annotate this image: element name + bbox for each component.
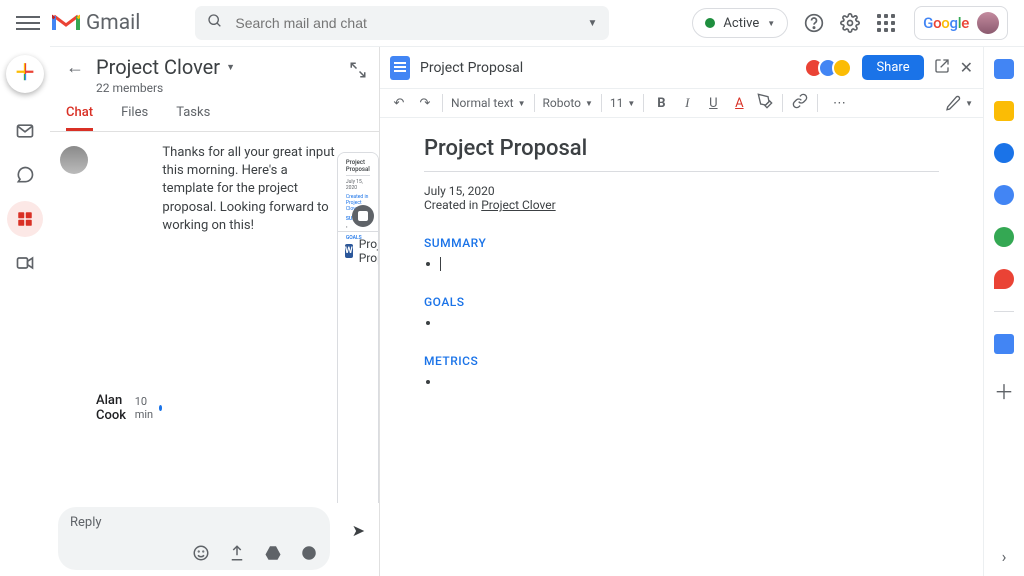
- search-input[interactable]: [235, 15, 575, 31]
- doc-date: July 15, 2020: [424, 184, 939, 198]
- meet-nav-icon[interactable]: [7, 245, 43, 281]
- avatar: [60, 146, 88, 174]
- message: Alan Cook 10 min Thanks for all your gre…: [60, 144, 369, 503]
- upload-icon[interactable]: [228, 544, 246, 566]
- google-logo: Google: [923, 14, 969, 32]
- attachment-card[interactable]: Project Proposal July 15, 2020 Created i…: [337, 152, 379, 503]
- tab-chat[interactable]: Chat: [66, 105, 93, 131]
- mail-nav-icon[interactable]: [7, 113, 43, 149]
- paragraph-style-select[interactable]: Normal text▼: [451, 96, 526, 110]
- search-options-icon[interactable]: ▼: [587, 18, 597, 29]
- account-chip[interactable]: Google: [914, 6, 1008, 40]
- message-author: Alan Cook: [96, 393, 129, 423]
- contacts-addon-icon[interactable]: [994, 185, 1014, 205]
- settings-icon[interactable]: [838, 11, 862, 35]
- room-title[interactable]: Project Clover ▼: [96, 55, 235, 79]
- members-count: 22 members: [50, 81, 379, 95]
- highlight-icon[interactable]: [756, 93, 774, 113]
- search-box[interactable]: ▼: [195, 6, 609, 40]
- apps-icon[interactable]: [874, 11, 898, 35]
- avatar: [977, 12, 999, 34]
- redo-icon[interactable]: ↷: [416, 96, 434, 111]
- chevron-down-icon: ▼: [226, 62, 235, 73]
- calendar-addon-icon[interactable]: [994, 59, 1014, 79]
- bold-icon[interactable]: B: [652, 96, 670, 111]
- search-icon: [207, 13, 223, 33]
- font-select[interactable]: Roboto▼: [543, 96, 593, 110]
- font-size-select[interactable]: 11▼: [610, 96, 635, 110]
- main-menu-button[interactable]: [16, 11, 40, 35]
- presence-status[interactable]: Active ▼: [692, 8, 788, 38]
- collaborators[interactable]: [810, 58, 852, 78]
- compose-button[interactable]: ＋: [6, 55, 44, 93]
- gmail-logo[interactable]: Gmail: [52, 11, 140, 35]
- text-color-icon[interactable]: A: [730, 96, 748, 111]
- list-item: [440, 374, 939, 389]
- drive-icon[interactable]: [264, 544, 282, 566]
- status-label: Active: [723, 16, 759, 31]
- reply-placeholder: Reply: [70, 515, 318, 530]
- maps-addon-icon[interactable]: [994, 269, 1014, 289]
- doc-heading: Project Proposal: [424, 136, 939, 161]
- collapse-icon[interactable]: [349, 61, 367, 84]
- document-body[interactable]: Project Proposal July 15, 2020 Created i…: [380, 118, 983, 576]
- back-button[interactable]: ←: [66, 57, 84, 78]
- divider: [994, 311, 1014, 312]
- chat-nav-icon[interactable]: [7, 157, 43, 193]
- reply-box[interactable]: Reply: [58, 507, 330, 570]
- section-heading: GOALS: [424, 295, 939, 309]
- room-link[interactable]: Project Clover: [481, 198, 555, 212]
- message-text: Thanks for all your great input this mor…: [162, 144, 336, 503]
- section-heading: METRICS: [424, 354, 939, 368]
- doc-created-in: Created in Project Clover: [424, 198, 939, 212]
- keep-addon-icon[interactable]: [994, 101, 1014, 121]
- share-button[interactable]: Share: [862, 55, 923, 80]
- reaction[interactable]: 👍6: [379, 150, 380, 503]
- attachment-filename: Project Proposal.docx: [359, 237, 379, 265]
- plus-icon: ＋: [14, 63, 36, 85]
- chevron-down-icon: ▼: [767, 19, 775, 28]
- divider: [424, 171, 939, 172]
- undo-icon[interactable]: ↶: [390, 96, 408, 111]
- list-item: [440, 256, 939, 271]
- get-addons-icon[interactable]: ＋: [994, 376, 1014, 405]
- addon-icon[interactable]: [994, 334, 1014, 354]
- underline-icon[interactable]: U: [704, 96, 722, 111]
- tab-files[interactable]: Files: [121, 105, 148, 131]
- document-title[interactable]: Project Proposal: [420, 60, 800, 76]
- link-icon[interactable]: [791, 93, 809, 113]
- gmail-icon: [52, 12, 80, 34]
- italic-icon[interactable]: I: [678, 95, 696, 111]
- voice-addon-icon[interactable]: [994, 227, 1014, 247]
- section-heading: SUMMARY: [424, 236, 939, 250]
- help-icon[interactable]: [802, 11, 826, 35]
- send-button[interactable]: ➤: [346, 507, 371, 540]
- attachment-preview: Project Proposal July 15, 2020 Created i…: [338, 153, 378, 231]
- rooms-nav-icon[interactable]: [7, 201, 43, 237]
- open-new-icon[interactable]: [934, 58, 950, 78]
- collapse-sidepanel-icon[interactable]: ›: [1002, 547, 1007, 566]
- status-dot-icon: [705, 18, 715, 28]
- gmail-wordmark: Gmail: [86, 11, 140, 35]
- tab-tasks[interactable]: Tasks: [176, 105, 210, 131]
- editing-mode-select[interactable]: ▼: [945, 95, 973, 111]
- side-by-side-icon[interactable]: [352, 205, 374, 227]
- list-item: [440, 315, 939, 330]
- tasks-addon-icon[interactable]: [994, 143, 1014, 163]
- more-icon[interactable]: ⋯: [830, 96, 848, 111]
- emoji-icon[interactable]: [192, 544, 210, 566]
- close-icon[interactable]: ✕: [960, 58, 973, 77]
- docs-icon: [390, 56, 410, 80]
- message-time: 10 min: [135, 395, 153, 421]
- gif-icon[interactable]: [300, 544, 318, 566]
